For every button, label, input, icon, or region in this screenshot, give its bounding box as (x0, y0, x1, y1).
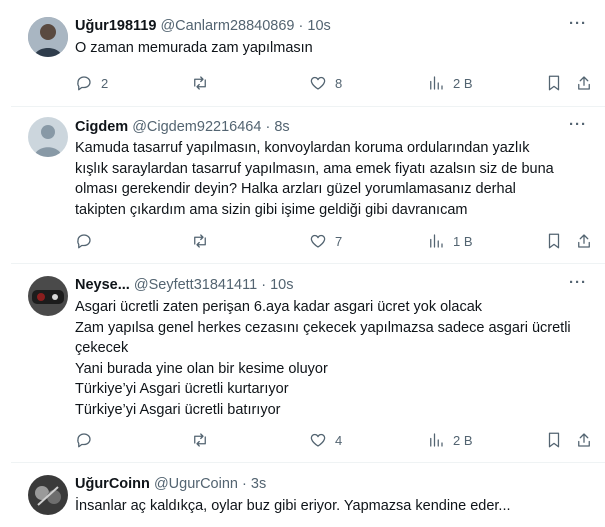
views-button[interactable]: 1 B (427, 231, 473, 251)
view-count: 1 B (453, 233, 473, 249)
tweet[interactable]: Uğur198119 @Canlarm28840869 · 10s ··· O … (11, 0, 605, 107)
view-count: 2 B (453, 432, 473, 448)
retweet-button[interactable] (191, 73, 217, 93)
retweet-button[interactable] (191, 430, 217, 450)
retweet-icon (194, 433, 206, 447)
avatar-photo-icon (28, 475, 68, 515)
tweet-text-line: takipten çıkardım ama sizin gibi işime g… (75, 201, 468, 218)
bookmark-button[interactable] (545, 231, 563, 251)
display-name[interactable]: Uğur198119 (75, 18, 156, 34)
bookmark-icon (548, 432, 560, 448)
tweet-header: UğurCoinn @UgurCoinn · 3s (75, 475, 266, 494)
tweet-text-line: O zaman memurada zam yapılmasın (75, 40, 313, 56)
share-button[interactable] (575, 430, 593, 450)
tweet-text-line: Türkiye’yi Asgari ücretli kurtarıyor (75, 381, 289, 397)
heart-icon (310, 234, 326, 248)
tweet-text-line: İnsanlar aç kaldıkça, oylar buz gibi eri… (75, 498, 511, 514)
tweet-feed: Uğur198119 @Canlarm28840869 · 10s ··· O … (0, 0, 605, 527)
default-avatar-icon (28, 117, 68, 157)
reply-icon (77, 76, 91, 91)
like-button[interactable]: 4 (309, 430, 342, 450)
timestamp[interactable]: 3s (251, 476, 266, 492)
avatar-photo-icon (28, 17, 68, 57)
tweet-text-line: kışlık saraylardan tasarruf yapılmasın, … (75, 160, 554, 177)
tweet[interactable]: Cigdem @Cigdem92216464 · 8s ··· Kamuda t… (11, 107, 605, 264)
tweet[interactable]: UğurCoinn @UgurCoinn · 3s İnsanlar aç ka… (11, 463, 605, 527)
like-count: 4 (335, 432, 343, 448)
share-icon (578, 76, 590, 90)
views-chart-icon (430, 433, 443, 447)
timestamp[interactable]: 10s (270, 277, 293, 293)
bookmark-button[interactable] (545, 430, 563, 450)
reply-button[interactable] (75, 231, 101, 251)
tweet[interactable]: Neyse... @Seyfett31841411 · 10s ··· Asga… (11, 264, 605, 463)
tweet-text-line: Asgari ücretli zaten perişan 6.aya kadar… (75, 299, 483, 315)
dot-separator: · (261, 277, 267, 293)
tweet-header: Neyse... @Seyfett31841411 · 10s (75, 276, 293, 295)
timestamp[interactable]: 8s (274, 119, 289, 135)
tweet-actions: 4 2 B (75, 430, 595, 450)
user-handle[interactable]: @UgurCoinn (154, 476, 238, 492)
bookmark-button[interactable] (545, 73, 563, 93)
more-options-button[interactable]: ··· (569, 116, 587, 133)
bookmark-icon (548, 75, 560, 91)
tweet-actions: 2 8 2 B (75, 73, 595, 93)
display-name[interactable]: Cigdem (75, 119, 128, 135)
tweet-text: O zaman memurada zam yapılmasın (75, 38, 595, 59)
tweet-text-line: Zam yapılsa genel herkes cezasını çekece… (75, 319, 571, 336)
avatar[interactable] (28, 117, 68, 157)
display-name[interactable]: UğurCoinn (75, 476, 150, 492)
avatar[interactable] (28, 276, 68, 316)
tweet-text: Asgari ücretli zaten perişan 6.aya kadar… (75, 297, 595, 420)
views-chart-icon (430, 234, 443, 248)
like-button[interactable]: 8 (309, 73, 342, 93)
views-chart-icon (430, 76, 443, 90)
tweet-header: Uğur198119 @Canlarm28840869 · 10s (75, 17, 331, 36)
reply-button[interactable] (75, 430, 101, 450)
avatar[interactable] (28, 17, 68, 57)
avatar-photo-icon (28, 276, 68, 316)
dot-separator: · (265, 119, 271, 135)
bookmark-icon (548, 233, 560, 249)
tweet-text: Kamuda tasarruf yapılmasın, konvoylardan… (75, 138, 595, 220)
user-handle[interactable]: @Seyfett31841411 (134, 277, 257, 293)
dot-separator: · (242, 476, 247, 492)
tweet-text: İnsanlar aç kaldıkça, oylar buz gibi eri… (75, 496, 595, 517)
share-icon (578, 234, 590, 248)
like-count: 8 (335, 75, 343, 91)
like-count: 7 (335, 233, 343, 249)
user-handle[interactable]: @Canlarm28840869 (160, 18, 294, 34)
share-button[interactable] (575, 73, 593, 93)
display-name[interactable]: Neyse... (75, 277, 130, 293)
more-options-button[interactable]: ··· (569, 15, 587, 32)
avatar[interactable] (28, 475, 68, 515)
retweet-icon (194, 76, 206, 90)
views-button[interactable]: 2 B (427, 430, 473, 450)
reply-icon (77, 433, 91, 448)
reply-icon (77, 234, 91, 249)
dot-separator: · (298, 18, 304, 34)
heart-icon (310, 76, 326, 90)
tweet-actions: 7 1 B (75, 231, 595, 251)
reply-count: 2 (101, 75, 109, 91)
tweet-header: Cigdem @Cigdem92216464 · 8s (75, 118, 290, 137)
like-button[interactable]: 7 (309, 231, 342, 251)
views-button[interactable]: 2 B (427, 73, 473, 93)
view-count: 2 B (453, 75, 473, 91)
share-icon (578, 433, 590, 447)
tweet-text-line: çekecek (75, 340, 129, 356)
retweet-icon (194, 234, 206, 248)
reply-button[interactable]: 2 (75, 73, 108, 93)
user-handle[interactable]: @Cigdem92216464 (132, 119, 261, 135)
tweet-text-line: Yani burada yine olan bir kesime oluyor (75, 360, 328, 377)
heart-icon (310, 433, 326, 447)
timestamp[interactable]: 10s (307, 18, 330, 34)
tweet-text-line: Türkiye’yi Asgari ücretli batırıyor (75, 401, 281, 418)
tweet-text-line: olması gerekendir deyin? Halka arzları g… (75, 181, 516, 197)
more-options-button[interactable]: ··· (569, 274, 587, 291)
tweet-text-line: Kamuda tasarruf yapılmasın, konvoylardan… (75, 140, 530, 156)
retweet-button[interactable] (191, 231, 217, 251)
share-button[interactable] (575, 231, 593, 251)
